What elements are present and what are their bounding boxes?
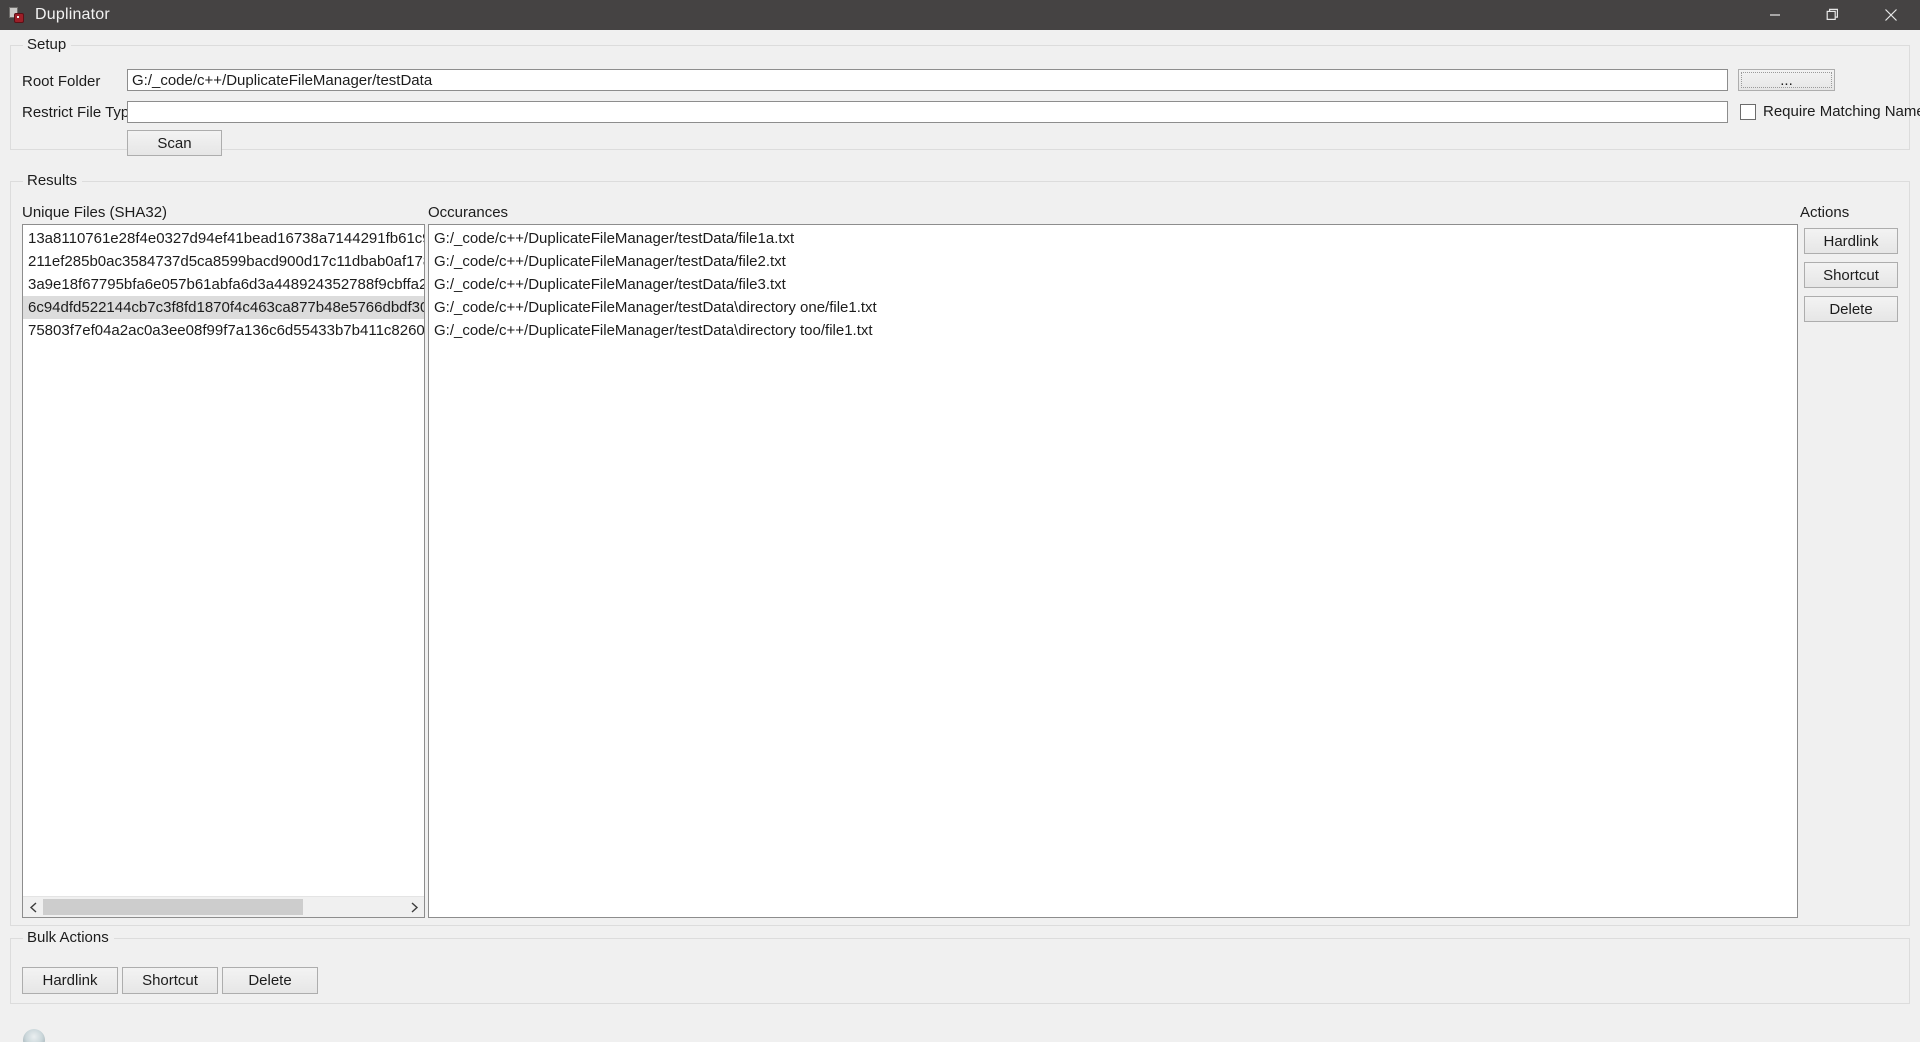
list-item[interactable]: G:/_code/c++/DuplicateFileManager/testDa… bbox=[429, 227, 1797, 250]
list-item[interactable]: 75803f7ef04a2ac0a3ee08f99f7a136c6d55433b… bbox=[23, 319, 424, 342]
scrollbar-thumb[interactable] bbox=[43, 899, 303, 915]
require-matching-name-label: Require Matching Name bbox=[1763, 103, 1920, 120]
list-item[interactable]: 13a8110761e28f4e0327d94ef41bead16738a714… bbox=[23, 227, 424, 250]
occurances-header: Occurances bbox=[428, 204, 509, 221]
action-hardlink-button[interactable]: Hardlink bbox=[1804, 228, 1898, 254]
scrollbar-track[interactable] bbox=[43, 897, 404, 917]
list-item[interactable]: G:/_code/c++/DuplicateFileManager/testDa… bbox=[429, 273, 1797, 296]
root-folder-value: G:/_code/c++/DuplicateFileManager/testDa… bbox=[132, 71, 433, 89]
list-item[interactable]: 3a9e18f67795bfa6e057b61abfa6d3a448924352… bbox=[23, 273, 424, 296]
root-folder-input[interactable]: G:/_code/c++/DuplicateFileManager/testDa… bbox=[127, 69, 1728, 91]
occurances-items: G:/_code/c++/DuplicateFileManager/testDa… bbox=[429, 227, 1797, 342]
unique-files-header: Unique Files (SHA32) bbox=[22, 204, 168, 221]
action-delete-button[interactable]: Delete bbox=[1804, 296, 1898, 322]
restrict-file-type-input[interactable] bbox=[127, 101, 1728, 123]
list-item[interactable]: 6c94dfd522144cb7c3f8fd1870f4c463ca877b48… bbox=[23, 296, 424, 319]
occurances-list[interactable]: G:/_code/c++/DuplicateFileManager/testDa… bbox=[428, 224, 1798, 918]
bulk-shortcut-button[interactable]: Shortcut bbox=[122, 967, 218, 994]
bulk-delete-button[interactable]: Delete bbox=[222, 967, 318, 994]
root-folder-label: Root Folder bbox=[22, 73, 101, 90]
actions-header: Actions bbox=[1800, 204, 1850, 221]
minimize-icon[interactable] bbox=[1746, 0, 1804, 30]
scan-button[interactable]: Scan bbox=[127, 130, 222, 156]
duplinator-app-icon bbox=[8, 6, 26, 24]
restrict-file-type-label: Restrict File Type bbox=[22, 104, 138, 121]
list-item[interactable]: G:/_code/c++/DuplicateFileManager/testDa… bbox=[429, 319, 1797, 342]
horizontal-scrollbar[interactable] bbox=[23, 896, 424, 917]
bulk-actions-legend: Bulk Actions bbox=[23, 928, 114, 948]
unique-files-items: 13a8110761e28f4e0327d94ef41bead16738a714… bbox=[23, 227, 424, 342]
window-title: Duplinator bbox=[35, 6, 110, 23]
chevron-left-icon[interactable] bbox=[23, 897, 43, 917]
unique-files-list[interactable]: 13a8110761e28f4e0327d94ef41bead16738a714… bbox=[22, 224, 425, 918]
browse-button[interactable]: ... bbox=[1738, 69, 1835, 91]
title-bar: Duplinator bbox=[0, 0, 1920, 30]
setup-legend: Setup bbox=[23, 35, 72, 55]
list-item[interactable]: 211ef285b0ac3584737d5ca8599bacd900d17c11… bbox=[23, 250, 424, 273]
list-item[interactable]: G:/_code/c++/DuplicateFileManager/testDa… bbox=[429, 296, 1797, 319]
maximize-icon[interactable] bbox=[1804, 0, 1862, 30]
action-shortcut-button[interactable]: Shortcut bbox=[1804, 262, 1898, 288]
results-legend: Results bbox=[23, 171, 83, 191]
taskbar-app-icon bbox=[23, 1029, 45, 1042]
window-controls bbox=[1746, 0, 1920, 30]
close-icon[interactable] bbox=[1862, 0, 1920, 30]
bulk-hardlink-button[interactable]: Hardlink bbox=[22, 967, 118, 994]
setup-group: Setup bbox=[10, 35, 1910, 150]
require-matching-name-row[interactable]: Require Matching Name bbox=[1740, 103, 1920, 120]
chevron-right-icon[interactable] bbox=[404, 897, 424, 917]
list-item[interactable]: G:/_code/c++/DuplicateFileManager/testDa… bbox=[429, 250, 1797, 273]
require-matching-name-checkbox[interactable] bbox=[1740, 103, 1756, 120]
